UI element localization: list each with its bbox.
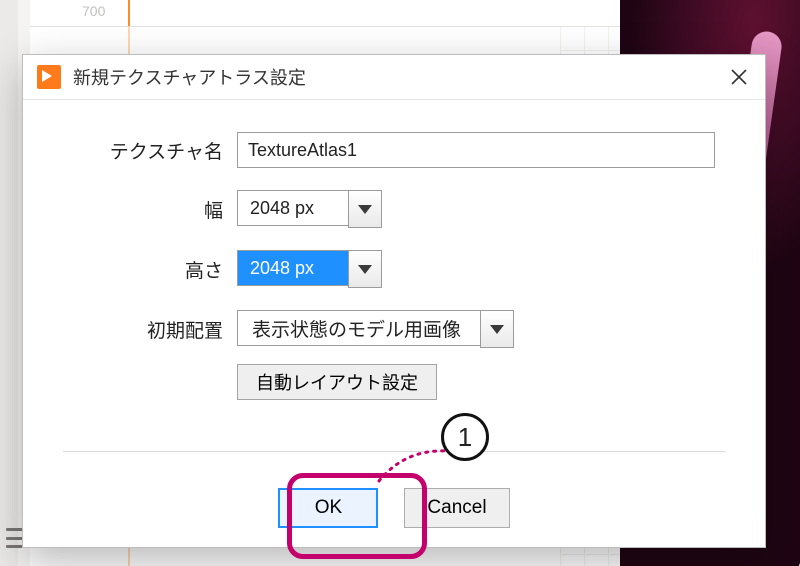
height-combobox[interactable]: 2048 px — [237, 250, 382, 288]
dialog-title: 新規テクスチャアトラス設定 — [73, 64, 713, 90]
ruler-tick-700: 700 — [82, 3, 105, 19]
app-icon — [37, 65, 61, 89]
label-initial-layout: 初期配置 — [73, 316, 237, 343]
dialog-body: テクスチャ名 幅 2048 px 高さ 2048 px 初期配置 表示状態のモデ… — [23, 100, 765, 410]
dialog-footer: OK Cancel — [23, 469, 765, 547]
row-initial-layout: 初期配置 表示状態のモデル用画像 — [73, 310, 715, 348]
width-combobox[interactable]: 2048 px — [237, 190, 382, 228]
label-texture-name: テクスチャ名 — [73, 137, 237, 164]
initial-layout-dropdown-button[interactable] — [480, 310, 514, 348]
playhead-marker[interactable] — [128, 0, 130, 26]
row-height: 高さ 2048 px — [73, 250, 715, 288]
label-height: 高さ — [73, 256, 237, 283]
label-width: 幅 — [73, 196, 237, 223]
height-value: 2048 px — [237, 250, 348, 286]
row-texture-name: テクスチャ名 — [73, 132, 715, 168]
editor-gutter — [0, 0, 19, 566]
width-value: 2048 px — [237, 190, 348, 226]
close-button[interactable] — [713, 55, 765, 99]
annotation-number: 1 — [441, 413, 489, 461]
initial-layout-select[interactable]: 表示状態のモデル用画像 — [237, 310, 514, 348]
dialog-titlebar: 新規テクスチャアトラス設定 — [23, 55, 765, 100]
chevron-down-icon — [490, 325, 504, 334]
chevron-down-icon — [358, 205, 372, 214]
texture-name-input[interactable] — [237, 132, 715, 168]
chevron-down-icon — [358, 265, 372, 274]
initial-layout-value: 表示状態のモデル用画像 — [237, 310, 480, 346]
ok-button[interactable]: OK — [278, 488, 378, 528]
auto-layout-settings-button[interactable]: 自動レイアウト設定 — [237, 364, 437, 400]
dialog-separator — [63, 451, 725, 452]
height-dropdown-button[interactable] — [348, 250, 382, 288]
new-texture-atlas-dialog: 新規テクスチャアトラス設定 テクスチャ名 幅 2048 px 高さ 2048 p… — [22, 54, 766, 548]
width-dropdown-button[interactable] — [348, 190, 382, 228]
close-icon — [730, 68, 748, 86]
row-width: 幅 2048 px — [73, 190, 715, 228]
cancel-button[interactable]: Cancel — [404, 488, 509, 528]
